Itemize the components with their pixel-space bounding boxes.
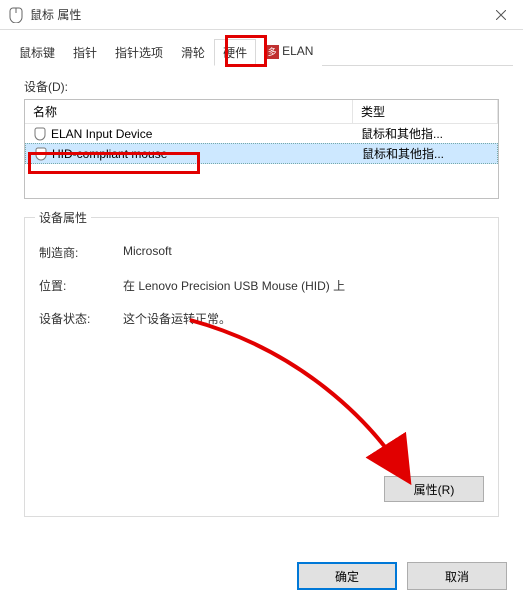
- ok-button[interactable]: 确定: [297, 562, 397, 590]
- tab-strip: 鼠标键 指针 指针选项 滑轮 硬件 多ELAN: [10, 38, 513, 66]
- titlebar: 鼠标 属性: [0, 0, 523, 30]
- close-button[interactable]: [478, 0, 523, 30]
- table-header: 名称 类型: [25, 100, 498, 124]
- status-label: 设备状态:: [39, 310, 123, 327]
- device-type: 鼠标和其他指...: [354, 144, 497, 163]
- dialog-footer: 确定 取消: [297, 562, 507, 590]
- device-list[interactable]: 名称 类型 ELAN Input Device 鼠标和其他指... HID-co…: [24, 99, 499, 199]
- mouse-icon: [8, 7, 24, 23]
- device-name: HID-compliant mouse: [52, 147, 167, 161]
- tab-pointer-options[interactable]: 指针选项: [106, 39, 172, 66]
- elan-icon: 多: [265, 45, 279, 59]
- tab-elan[interactable]: 多ELAN: [256, 39, 322, 66]
- table-row[interactable]: HID-compliant mouse 鼠标和其他指...: [25, 143, 498, 164]
- tab-hardware[interactable]: 硬件: [214, 39, 256, 66]
- status-value: 这个设备运转正常。: [123, 310, 484, 327]
- devices-label: 设备(D):: [24, 78, 513, 95]
- manufacturer-value: Microsoft: [123, 244, 484, 261]
- tab-pointers[interactable]: 指针: [64, 39, 106, 66]
- cancel-button[interactable]: 取消: [407, 562, 507, 590]
- device-properties-group: 设备属性 制造商: Microsoft 位置: 在 Lenovo Precisi…: [24, 217, 499, 517]
- col-type[interactable]: 类型: [353, 100, 498, 123]
- tab-elan-label: ELAN: [282, 44, 313, 58]
- mouse-device-icon: [34, 147, 48, 161]
- tab-wheel[interactable]: 滑轮: [172, 39, 214, 66]
- manufacturer-label: 制造商:: [39, 244, 123, 261]
- tab-buttons[interactable]: 鼠标键: [10, 39, 64, 66]
- mouse-device-icon: [33, 127, 47, 141]
- device-type: 鼠标和其他指...: [353, 124, 498, 143]
- window-title: 鼠标 属性: [30, 6, 478, 23]
- group-title: 设备属性: [35, 209, 91, 226]
- location-value: 在 Lenovo Precision USB Mouse (HID) 上: [123, 277, 484, 294]
- table-row[interactable]: ELAN Input Device 鼠标和其他指...: [25, 124, 498, 143]
- device-name: ELAN Input Device: [51, 127, 152, 141]
- location-label: 位置:: [39, 277, 123, 294]
- properties-button[interactable]: 属性(R): [384, 476, 484, 502]
- col-name[interactable]: 名称: [25, 100, 353, 123]
